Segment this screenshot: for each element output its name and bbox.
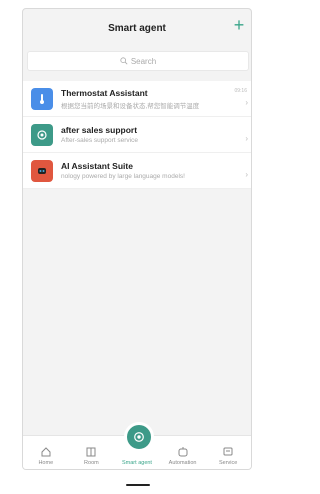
bottom-tab-bar: Home Room Smart agent Automation Service xyxy=(23,422,251,469)
chevron-right-icon: › xyxy=(245,98,248,107)
tab-label: Home xyxy=(38,460,54,466)
app-screen: Smart agent + Search Thermostat Assistan… xyxy=(22,8,252,470)
tab-label: Room xyxy=(84,460,99,466)
automation-icon xyxy=(178,447,188,457)
search-placeholder: Search xyxy=(130,56,157,66)
list-item[interactable]: after sales support After-sales support … xyxy=(23,117,251,153)
tab-label: Smart agent xyxy=(122,460,152,466)
chevron-right-icon: › xyxy=(245,170,248,179)
search-icon xyxy=(120,57,128,65)
chevron-right-icon: › xyxy=(245,134,248,143)
agent-subtitle: nology powered by large language models! xyxy=(61,173,185,180)
search-input[interactable]: Search xyxy=(27,51,249,71)
openai-icon xyxy=(134,432,144,442)
openai-icon xyxy=(31,123,53,146)
tab-home[interactable]: Home xyxy=(24,446,68,466)
page-title: Smart agent xyxy=(108,22,166,34)
tab-label: Service xyxy=(219,460,238,466)
tab-room[interactable]: Room xyxy=(69,446,113,466)
agent-subtitle: After-sales support service xyxy=(61,137,138,144)
agent-time: 09:16 xyxy=(234,88,247,94)
robot-icon xyxy=(31,159,53,182)
smart-agent-center-button[interactable] xyxy=(124,422,154,452)
home-icon xyxy=(41,447,51,457)
home-indicator xyxy=(126,484,150,486)
agent-title: after sales support xyxy=(61,125,138,135)
agent-list: Thermostat Assistant 根据您当前的场景和设备状态,帮您智能调… xyxy=(23,81,251,189)
header: Smart agent + xyxy=(23,9,251,47)
list-item[interactable]: Thermostat Assistant 根据您当前的场景和设备状态,帮您智能调… xyxy=(23,81,251,117)
room-icon xyxy=(86,447,96,457)
tab-service[interactable]: Service xyxy=(206,446,250,466)
thermometer-icon xyxy=(31,87,53,110)
agent-subtitle: 根据您当前的场景和设备状态,帮您智能调节温度 xyxy=(61,102,200,110)
service-icon xyxy=(223,447,233,456)
add-agent-button[interactable]: + xyxy=(231,16,247,34)
agent-title: Thermostat Assistant xyxy=(61,87,148,98)
tab-label: Automation xyxy=(168,460,197,466)
tab-automation[interactable]: Automation xyxy=(161,446,205,466)
agent-title: AI Assistant Suite xyxy=(61,161,133,171)
tab-smart-agent[interactable]: Smart agent xyxy=(115,422,159,466)
list-item[interactable]: AI Assistant Suite nology powered by lar… xyxy=(23,153,251,189)
